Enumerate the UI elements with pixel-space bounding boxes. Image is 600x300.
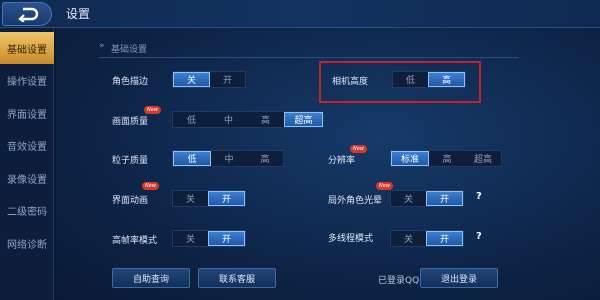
multithread-on-option[interactable]: 开	[426, 231, 463, 246]
camera-high-option[interactable]: 高	[428, 72, 465, 87]
resolution-high-option[interactable]: 高	[429, 151, 465, 166]
halo-on-option[interactable]: 开	[426, 191, 463, 206]
camera-height-toggle: 低 高	[392, 71, 466, 88]
particle-quality-selector: 低 中 高	[172, 150, 284, 167]
self-help-button[interactable]: 自助查询	[112, 268, 190, 288]
particle-high-option[interactable]: 高	[247, 151, 283, 166]
quality-medium-option[interactable]: 中	[210, 112, 247, 127]
back-button[interactable]	[2, 2, 52, 26]
resolution-label: 分辨率	[328, 156, 356, 166]
multithread-off-option[interactable]: 关	[391, 231, 426, 246]
sidebar-item-controls[interactable]: 操作设置	[0, 64, 54, 96]
sidebar-item-replay[interactable]: 录像设置	[0, 162, 54, 194]
multithread-label: 多线程模式	[328, 234, 374, 244]
quality-low-option[interactable]: 低	[173, 112, 210, 127]
lobby-halo-label: 局外角色光晕	[328, 196, 383, 206]
lobby-halo-toggle: 关 开	[390, 190, 464, 207]
particle-medium-option[interactable]: 中	[211, 151, 247, 166]
new-badge: New	[144, 106, 161, 114]
graphics-quality-label: 画面质量	[112, 117, 149, 127]
sidebar-item-audio[interactable]: 音效设置	[0, 129, 54, 161]
multithread-toggle: 关 开	[390, 230, 464, 247]
particle-quality-label: 粒子质量	[112, 156, 149, 166]
new-badge: New	[142, 182, 159, 190]
ui-animation-label: 界面动画	[112, 196, 149, 206]
multithread-help-icon[interactable]: ?	[476, 231, 482, 242]
new-badge: New	[350, 145, 367, 153]
section-header: 基础设置	[99, 41, 519, 58]
outline-label: 角色描边	[112, 77, 149, 87]
camera-low-option[interactable]: 低	[393, 72, 428, 87]
outline-toggle: 关 开	[172, 71, 246, 88]
ui-animation-on-option[interactable]: 开	[208, 191, 245, 206]
new-badge: New	[376, 182, 393, 190]
top-bar: 设置	[0, 0, 600, 28]
hfr-on-option[interactable]: 开	[208, 231, 245, 246]
sidebar: 基础设置 操作设置 界面设置 音效设置 录像设置 二级密码 网络诊断	[0, 28, 54, 300]
resolution-standard-option[interactable]: 标准	[391, 151, 429, 166]
outline-off-option[interactable]: 关	[173, 72, 210, 87]
ui-animation-off-option[interactable]: 关	[173, 191, 208, 206]
login-status: 已登录QQ	[378, 276, 420, 286]
outline-on-option[interactable]: 开	[210, 72, 245, 87]
graphics-quality-selector: 低 中 高 超高	[172, 111, 324, 128]
ui-animation-toggle: 关 开	[172, 190, 246, 207]
halo-help-icon[interactable]: ?	[476, 191, 482, 202]
high-fps-toggle: 关 开	[172, 230, 246, 247]
hfr-off-option[interactable]: 关	[173, 231, 208, 246]
sidebar-item-password[interactable]: 二级密码	[0, 194, 54, 226]
quality-ultra-option[interactable]: 超高	[284, 112, 323, 127]
resolution-ultra-option[interactable]: 超高	[465, 151, 501, 166]
particle-low-option[interactable]: 低	[173, 151, 211, 166]
resolution-selector: 标准 高 超高	[390, 150, 502, 167]
back-arrow-icon	[18, 7, 39, 22]
high-fps-label: 高帧率模式	[112, 236, 158, 246]
sidebar-item-basic[interactable]: 基础设置	[0, 32, 54, 64]
page-title: 设置	[66, 7, 91, 21]
sidebar-item-interface[interactable]: 界面设置	[0, 97, 54, 129]
halo-off-option[interactable]: 关	[391, 191, 426, 206]
settings-panel: 基础设置 角色描边 关 开 相机高度 低 高 New 画面质量 低 中 高 超高…	[56, 28, 600, 300]
logout-button[interactable]: 退出登录	[420, 268, 498, 288]
camera-height-label: 相机高度	[332, 77, 369, 87]
quality-high-option[interactable]: 高	[247, 112, 284, 127]
sidebar-item-network[interactable]: 网络诊断	[0, 227, 54, 259]
contact-support-button[interactable]: 联系客服	[198, 268, 276, 288]
